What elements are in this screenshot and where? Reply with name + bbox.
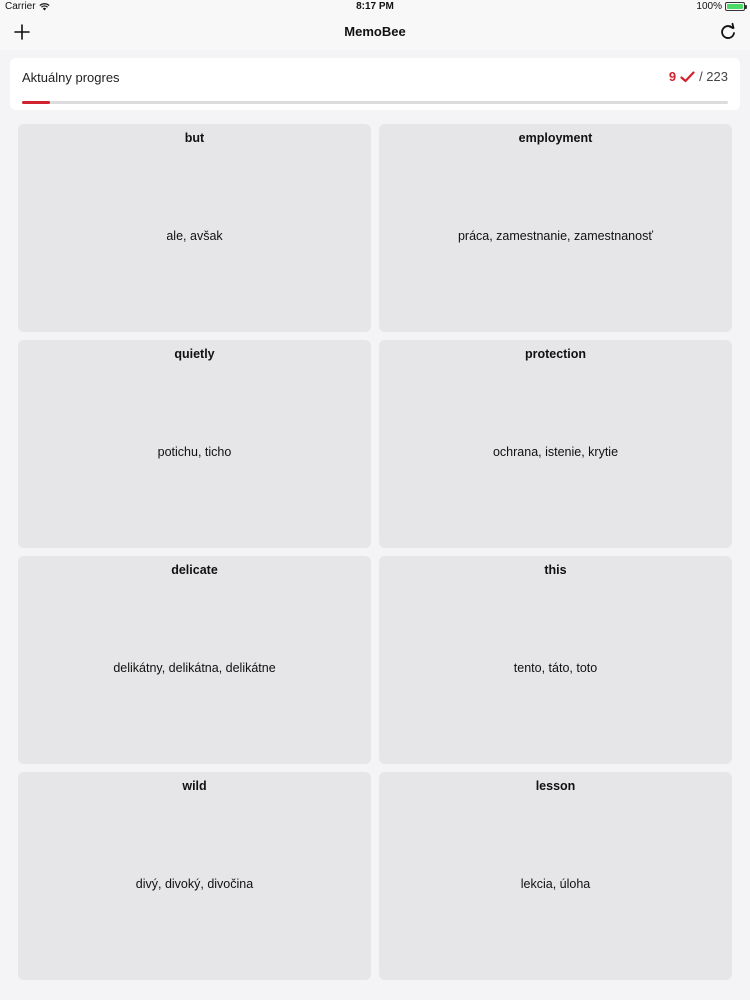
refresh-icon: [721, 22, 735, 39]
word-card[interactable]: quietly potichu, ticho: [18, 340, 371, 548]
progress-counts: 9 / 223: [669, 69, 728, 84]
word-card-grid: but ale, avšak employment práca, zamestn…: [18, 124, 732, 980]
word-term: delicate: [171, 563, 218, 577]
status-time: 8:17 PM: [356, 1, 394, 12]
page-title: MemoBee: [344, 24, 406, 39]
status-bar: Carrier 8:17 PM 100%: [0, 0, 750, 14]
checkmark-icon: [680, 70, 695, 82]
word-term: quietly: [174, 347, 215, 361]
word-term: this: [544, 563, 567, 577]
word-translation: ochrana, istenie, krytie: [492, 445, 619, 459]
word-translation: lekcia, úloha: [520, 877, 591, 891]
word-term: wild: [182, 779, 207, 793]
navigation-bar: MemoBee: [0, 14, 750, 50]
done-count: 9: [668, 69, 677, 84]
word-card[interactable]: delicate delikátny, delikátna, delikátne: [18, 556, 371, 764]
word-card[interactable]: wild divý, divoký, divočina: [18, 772, 371, 980]
battery-percent: 100%: [696, 1, 722, 12]
word-card[interactable]: protection ochrana, istenie, krytie: [379, 340, 732, 548]
word-term: protection: [524, 347, 587, 361]
word-translation: potichu, ticho: [157, 445, 232, 459]
word-translation: ale, avšak: [166, 229, 223, 243]
progress-card: Aktuálny progres 9 / 223: [10, 58, 740, 110]
progress-label: Aktuálny progres: [22, 70, 120, 85]
word-card[interactable]: lesson lekcia, úloha: [379, 772, 732, 980]
word-term: employment: [518, 131, 593, 145]
word-translation: delikátny, delikátna, delikátne: [113, 661, 276, 675]
total-count: / 223: [699, 69, 728, 84]
progress-bar: [22, 101, 728, 104]
word-translation: tento, táto, toto: [513, 661, 598, 675]
battery-icon: [725, 2, 747, 11]
progress-bar-fill: [22, 101, 51, 104]
word-translation: práca, zamestnanie, zamestnanosť: [457, 229, 654, 243]
word-card[interactable]: employment práca, zamestnanie, zamestnan…: [379, 124, 732, 332]
word-term: but: [184, 131, 205, 145]
word-card[interactable]: but ale, avšak: [18, 124, 371, 332]
word-card[interactable]: this tento, táto, toto: [379, 556, 732, 764]
word-term: lesson: [535, 779, 576, 793]
word-translation: divý, divoký, divočina: [135, 877, 254, 891]
refresh-button[interactable]: [716, 20, 740, 44]
